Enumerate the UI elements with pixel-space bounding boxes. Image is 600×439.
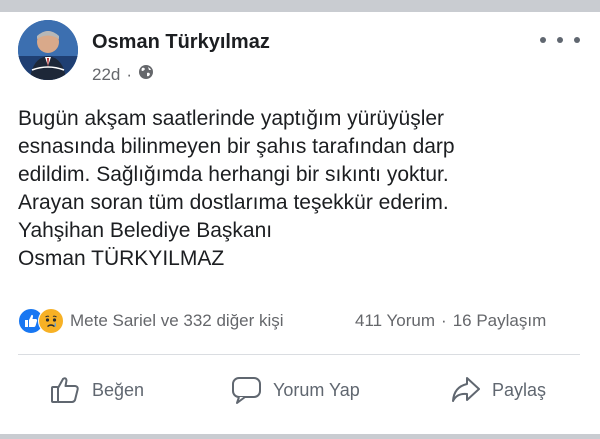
like-button[interactable]: Beğen (50, 370, 144, 410)
post-time[interactable]: 22d (92, 65, 120, 85)
comment-button[interactable]: Yorum Yap (231, 370, 360, 410)
thumbs-up-icon (51, 377, 79, 403)
comments-count[interactable]: 411 Yorum (355, 311, 435, 331)
share-arrow-icon (452, 377, 480, 402)
more-dot (540, 37, 546, 43)
feed-background-top (0, 0, 600, 12)
feed-background-bottom (0, 434, 600, 439)
meta-separator: · (126, 64, 133, 84)
author-avatar[interactable] (18, 20, 78, 80)
post-line: Bugün akşam saatlerinde yaptığım yürüyüş… (18, 107, 445, 130)
post-meta: 22d · (92, 64, 154, 85)
share-label: Paylaş (492, 379, 547, 400)
more-dot (557, 37, 563, 43)
like-label: Beğen (92, 379, 145, 400)
engagement-counts: 411 Yorum · 16 Paylaşım (355, 308, 546, 334)
shares-count[interactable]: 16 Paylaşım (453, 311, 547, 331)
author-name[interactable]: Osman Türkyılmaz (92, 31, 270, 54)
post-line: Yahşihan Belediye Başkanı (18, 219, 273, 242)
post-text: Bugün akşam saatlerinde yaptığım yürüyüş… (18, 105, 578, 273)
more-dot (574, 37, 580, 43)
reactions-summary[interactable]: Mete Sariel ve 332 diğer kişi (18, 308, 284, 334)
more-options-button[interactable] (540, 28, 580, 52)
reactions-text[interactable]: Mete Sariel ve 332 diğer kişi (70, 311, 284, 331)
avatar-photo (18, 20, 78, 80)
post-line: Osman TÜRKYILMAZ (18, 247, 225, 270)
comment-label: Yorum Yap (273, 379, 360, 400)
post-line: edildim. Sağlığımda herhangi bir sıkıntı… (18, 163, 449, 186)
globe-icon (138, 64, 154, 85)
comment-icon (232, 377, 261, 404)
actions-divider (18, 354, 580, 355)
reaction-icons (18, 308, 70, 334)
sad-icon (38, 308, 64, 334)
post-line: esnasında bilinmeyen bir şahıs tarafında… (18, 135, 455, 158)
share-button[interactable]: Paylaş (450, 370, 546, 410)
action-bar: Beğen Yorum Yap Paylaş (0, 370, 600, 410)
counts-separator: · (441, 311, 447, 330)
post-line: Arayan soran tüm dostlarıma teşekkür ede… (18, 191, 449, 214)
